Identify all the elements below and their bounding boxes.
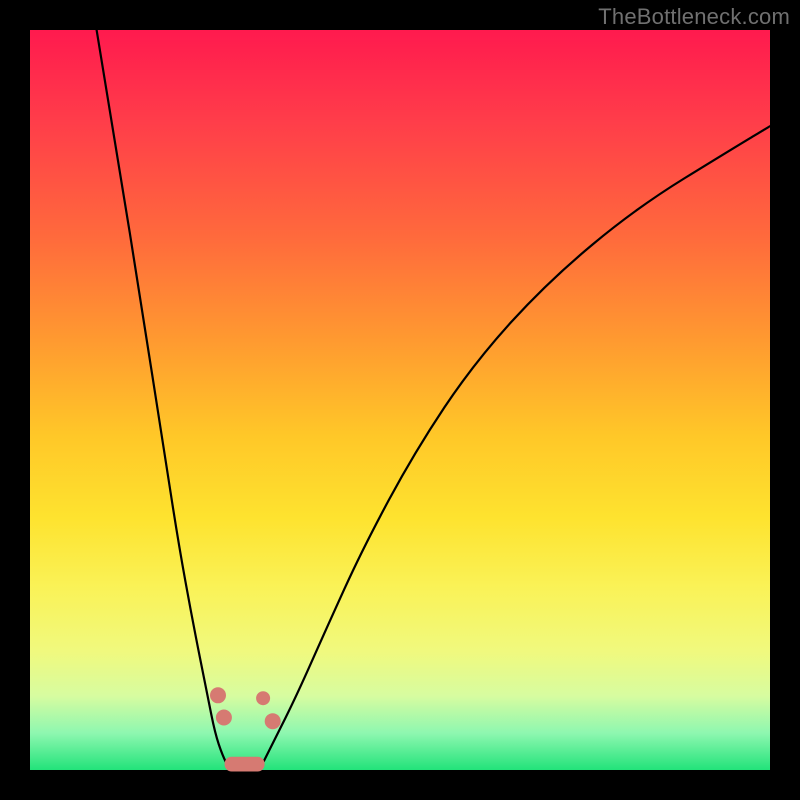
watermark-text: TheBottleneck.com: [598, 4, 790, 30]
marker-dot-right-lower: [265, 713, 281, 729]
curve-right: [259, 126, 770, 770]
marker-dot-right-upper: [256, 691, 270, 705]
curve-left: [97, 30, 230, 770]
marker-pill-bottom: [225, 757, 265, 772]
chart-plot-area: [30, 30, 770, 770]
marker-dot-left-lower: [216, 710, 232, 726]
marker-dot-left-upper: [210, 687, 226, 703]
chart-svg: [30, 30, 770, 770]
